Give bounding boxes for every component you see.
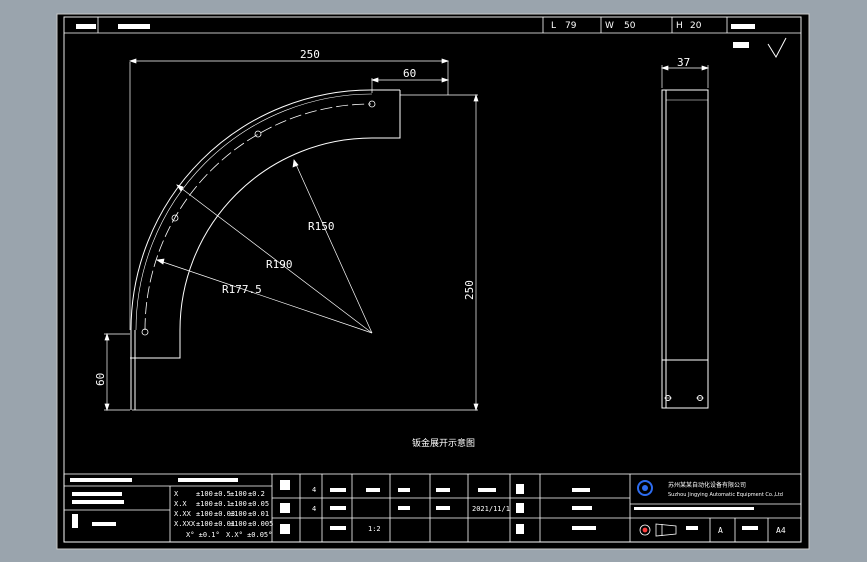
header-w-value: 50	[624, 21, 636, 31]
side-view-outline	[661, 89, 709, 409]
header-label-block	[731, 24, 755, 29]
tol-row-0-class: X	[174, 490, 179, 498]
tol-row-3-c: ±100	[230, 520, 247, 528]
projection-symbol-icon	[639, 523, 677, 537]
surface-roughness-icon	[767, 37, 787, 59]
dim-height-right-text: 250	[463, 280, 476, 300]
angle-tol-b: X.X° ±0.05°	[226, 531, 272, 539]
date-value: 2021/11/1	[472, 505, 510, 513]
company-name-cn: 苏州某某自动化设备有限公司	[668, 481, 746, 489]
tol-row-1-c: ±100	[230, 500, 247, 508]
radius-mid-label: R177.5	[222, 283, 262, 296]
bend-centerline	[144, 103, 372, 331]
angle-tol-a: X° ±0.1°	[186, 531, 220, 539]
tol-row-3-a: ±100	[196, 520, 213, 528]
tol-row-3-class: X.XXX	[174, 520, 196, 528]
header-h-value: 20	[690, 21, 702, 31]
cad-viewer-canvas[interactable]: L 79 W 50 H 20 250 60 250 60 R150 R190 R…	[0, 0, 867, 562]
dim-height-right	[132, 93, 479, 412]
drawing-svg: L 79 W 50 H 20 250 60 250 60 R150 R190 R…	[56, 13, 810, 550]
dim-tab-width	[370, 77, 450, 93]
tol-row-1-a: ±100	[196, 500, 213, 508]
inner-frame	[63, 16, 802, 543]
tol-row-3-d: ±0.005	[248, 520, 273, 528]
header-l-label: L	[551, 21, 556, 31]
dim-width-top-text: 250	[300, 48, 320, 61]
dim-tab-width-text: 60	[403, 67, 416, 80]
tol-row-2-class: X.XX	[174, 510, 192, 518]
radius-outer-label: R190	[266, 258, 293, 271]
header-label-block	[76, 24, 96, 29]
scale-value: 1:2	[368, 525, 381, 533]
dim-height-left-text: 60	[94, 373, 107, 386]
outer-frame	[56, 13, 810, 550]
drawing-caption: 钣金展开示意图	[412, 437, 475, 449]
radius-leaders	[156, 159, 373, 334]
tol-row-0-d: ±0.2	[248, 490, 265, 498]
header-label-block	[118, 24, 150, 29]
tol-row-0-c: ±100	[230, 490, 247, 498]
header-h-label: H	[676, 21, 683, 31]
radius-inner-label: R150	[308, 220, 335, 233]
paper-size-value: A4	[776, 526, 786, 535]
tol-row-1-d: ±0.05	[248, 500, 269, 508]
tol-row-1-b: ±0.1	[214, 500, 231, 508]
roughness-label-block	[733, 42, 749, 48]
tol-row-1-class: X.X	[174, 500, 187, 508]
count-a: 4	[312, 486, 316, 494]
tol-row-0-b: ±0.5	[214, 490, 231, 498]
dim-height-left	[104, 332, 130, 412]
revision-value: A	[718, 526, 723, 535]
tol-row-0-a: ±100	[196, 490, 213, 498]
side-view-width-text: 37	[677, 56, 690, 69]
tol-row-2-c: ±100	[230, 510, 247, 518]
flat-pattern-outline	[130, 89, 401, 410]
hole-markers	[141, 100, 376, 336]
header-w-label: W	[605, 21, 614, 31]
company-logo-icon	[637, 480, 653, 496]
count-b: 4	[312, 505, 316, 513]
company-name-en: Suzhou Jingying Automatic Equipment Co.,…	[668, 492, 783, 498]
tol-row-2-a: ±100	[196, 510, 213, 518]
tol-row-2-d: ±0.01	[248, 510, 269, 518]
header-l-value: 79	[565, 21, 577, 31]
